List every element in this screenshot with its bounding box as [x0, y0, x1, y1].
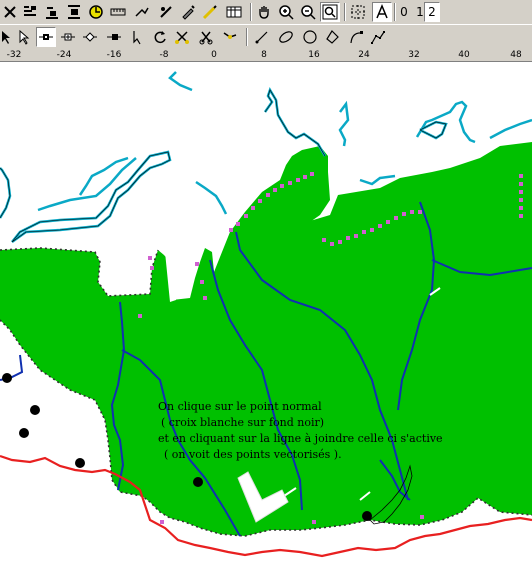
- mode-2-button[interactable]: 2: [424, 2, 440, 22]
- mode-2-label: 2: [428, 5, 436, 19]
- align-top-icon[interactable]: [64, 2, 84, 22]
- ruler-label: 48: [510, 50, 522, 60]
- ruler-label: 32: [408, 50, 420, 60]
- ruler-label: -8: [159, 50, 169, 60]
- select-icon[interactable]: [14, 27, 34, 47]
- draw-line-icon[interactable]: [252, 27, 272, 47]
- ruler-label: -32: [6, 50, 22, 60]
- circle-icon[interactable]: [86, 2, 106, 22]
- end-node-icon[interactable]: [104, 27, 124, 47]
- line-icon[interactable]: [128, 27, 148, 47]
- pan-hand-icon[interactable]: [254, 2, 274, 22]
- annotation-line: ( on voit des points vectorisés ).: [164, 448, 342, 461]
- curve-icon[interactable]: [346, 27, 366, 47]
- ruler-label: 24: [358, 50, 370, 60]
- bay-area: [100, 262, 152, 296]
- scissors-icon[interactable]: [196, 27, 216, 47]
- pencil-icon[interactable]: [200, 2, 220, 22]
- align-bottom-icon[interactable]: [42, 2, 62, 22]
- ruler-label: 16: [308, 50, 320, 60]
- annotation-line: ( croix blanche sur fond noir): [161, 416, 325, 429]
- pen-icon[interactable]: [178, 2, 198, 22]
- ruler-label: 8: [261, 50, 267, 60]
- zoom-in-icon[interactable]: [276, 2, 296, 22]
- rotate-icon[interactable]: [150, 27, 170, 47]
- ruler-label: 0: [211, 50, 217, 60]
- ruler-label: -16: [106, 50, 122, 60]
- polyline-icon[interactable]: [368, 27, 388, 47]
- table-icon[interactable]: [224, 2, 244, 22]
- main-toolbar: 0 1 2: [0, 0, 532, 25]
- text-a-icon[interactable]: [372, 2, 392, 22]
- zoom-out-icon[interactable]: [298, 2, 318, 22]
- land-mass: [0, 142, 532, 536]
- annotation-text: On clique sur le point normal ( croix bl…: [158, 399, 488, 463]
- tool2-icon[interactable]: [156, 2, 176, 22]
- map-canvas[interactable]: [0, 62, 532, 576]
- mode-0-label: 0: [400, 5, 408, 19]
- add-node-icon[interactable]: [58, 27, 78, 47]
- polygon-icon[interactable]: [322, 27, 342, 47]
- close-icon[interactable]: [0, 2, 20, 22]
- ruler-label: -24: [56, 50, 72, 60]
- annotation-line: On clique sur le point normal: [158, 400, 322, 413]
- ruler-icon[interactable]: [108, 2, 128, 22]
- edit-toolbar: [0, 24, 532, 50]
- join-icon[interactable]: [220, 27, 240, 47]
- align-left-icon[interactable]: [20, 2, 40, 22]
- node-icon[interactable]: [36, 27, 56, 47]
- circle-draw-icon[interactable]: [300, 27, 320, 47]
- ellipse-icon[interactable]: [276, 27, 296, 47]
- tool-icon[interactable]: [132, 2, 152, 22]
- ruler-label: 40: [458, 50, 470, 60]
- cut-x-icon[interactable]: [172, 27, 192, 47]
- zoom-extent-icon[interactable]: [320, 2, 340, 22]
- horizontal-ruler: -32 -24 -16 -8 0 8 16 24 32 40 48: [0, 49, 532, 62]
- diamond-node-icon[interactable]: [80, 27, 100, 47]
- select-region-icon[interactable]: [348, 2, 368, 22]
- annotation-line: et en cliquant sur la ligne à joindre ce…: [158, 432, 443, 445]
- mode-1-label: 1: [416, 5, 424, 19]
